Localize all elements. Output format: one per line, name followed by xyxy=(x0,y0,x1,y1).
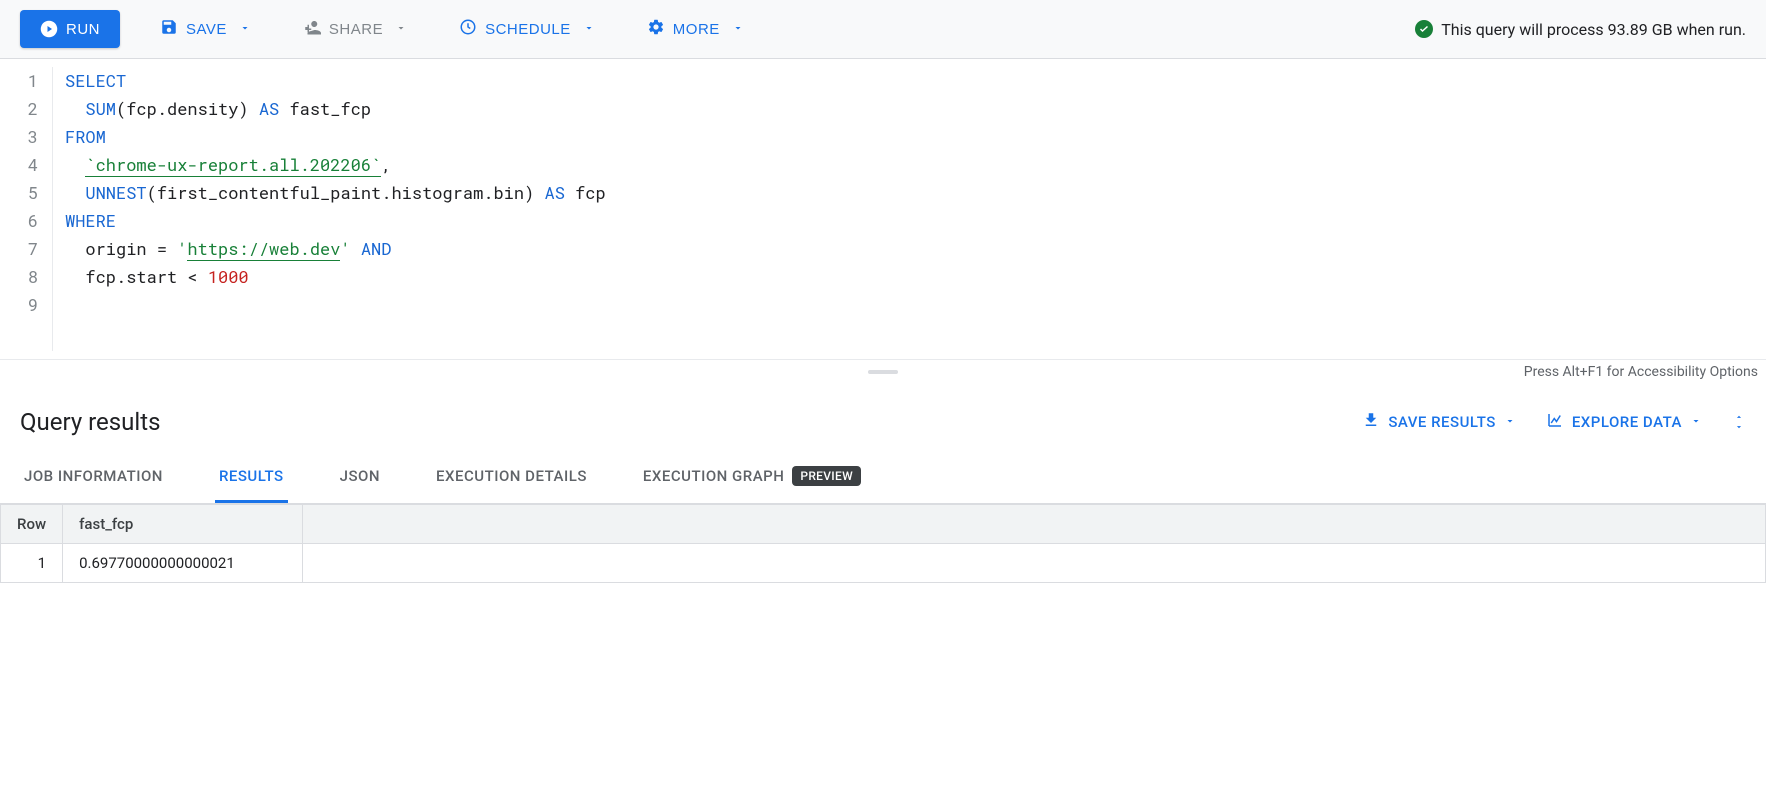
share-button[interactable]: SHARE xyxy=(291,10,419,48)
check-circle-icon xyxy=(1415,20,1433,38)
chevron-down-icon xyxy=(239,21,251,38)
explore-data-button[interactable]: EXPLORE DATA xyxy=(1546,411,1702,433)
chart-icon xyxy=(1546,411,1564,433)
tab-results[interactable]: RESULTS xyxy=(215,452,288,503)
query-toolbar: RUN SAVE SHARE SCHEDULE MORE xyxy=(0,0,1766,59)
chevron-down-icon xyxy=(1504,413,1516,431)
gear-icon xyxy=(647,18,665,40)
play-icon xyxy=(40,20,58,38)
more-button[interactable]: MORE xyxy=(635,10,756,48)
tab-job-information[interactable]: JOB INFORMATION xyxy=(20,452,167,503)
save-label: SAVE xyxy=(186,21,227,38)
tab-json[interactable]: JSON xyxy=(336,452,384,503)
drag-handle[interactable] xyxy=(868,370,898,374)
tab-execution-details[interactable]: EXECUTION DETAILS xyxy=(432,452,591,503)
preview-badge: PREVIEW xyxy=(792,466,861,486)
chevron-down-icon xyxy=(395,21,407,38)
results-table: Row fast_fcp 1 0.69770000000000021 xyxy=(0,504,1766,583)
schedule-button[interactable]: SCHEDULE xyxy=(447,10,607,48)
download-icon xyxy=(1362,411,1380,433)
save-icon xyxy=(160,18,178,40)
accessibility-hint: Press Alt+F1 for Accessibility Options xyxy=(898,364,1758,380)
schedule-icon xyxy=(459,18,477,40)
header-row: Row xyxy=(1,505,63,544)
query-status: This query will process 93.89 GB when ru… xyxy=(1415,20,1746,39)
results-tabs: JOB INFORMATION RESULTS JSON EXECUTION D… xyxy=(0,452,1766,504)
run-label: RUN xyxy=(66,21,100,38)
tab-execution-graph[interactable]: EXECUTION GRAPH PREVIEW xyxy=(639,452,865,503)
editor-hint-bar: Press Alt+F1 for Accessibility Options xyxy=(0,359,1766,384)
table-row[interactable]: 1 0.69770000000000021 xyxy=(1,544,1766,583)
more-label: MORE xyxy=(673,21,720,38)
share-label: SHARE xyxy=(329,21,383,38)
schedule-label: SCHEDULE xyxy=(485,21,571,38)
header-empty xyxy=(303,505,1766,544)
share-icon xyxy=(303,18,321,40)
line-gutter: 123456789 xyxy=(0,67,52,351)
table-header-row: Row fast_fcp xyxy=(1,505,1766,544)
save-button[interactable]: SAVE xyxy=(148,10,263,48)
chevron-down-icon xyxy=(583,21,595,38)
chevron-down-icon xyxy=(732,21,744,38)
results-header: Query results SAVE RESULTS EXPLORE DATA xyxy=(0,384,1766,452)
chevron-down-icon xyxy=(1690,413,1702,431)
results-title: Query results xyxy=(20,408,1332,436)
header-fast-fcp: fast_fcp xyxy=(63,505,303,544)
code-content[interactable]: SELECT SUM(fcp.density) AS fast_fcp FROM… xyxy=(52,67,1766,351)
save-results-button[interactable]: SAVE RESULTS xyxy=(1362,411,1516,433)
expand-collapse-button[interactable] xyxy=(1732,412,1746,432)
status-text: This query will process 93.89 GB when ru… xyxy=(1441,20,1746,39)
run-button[interactable]: RUN xyxy=(20,10,120,48)
sql-editor[interactable]: 123456789 SELECT SUM(fcp.density) AS fas… xyxy=(0,59,1766,359)
